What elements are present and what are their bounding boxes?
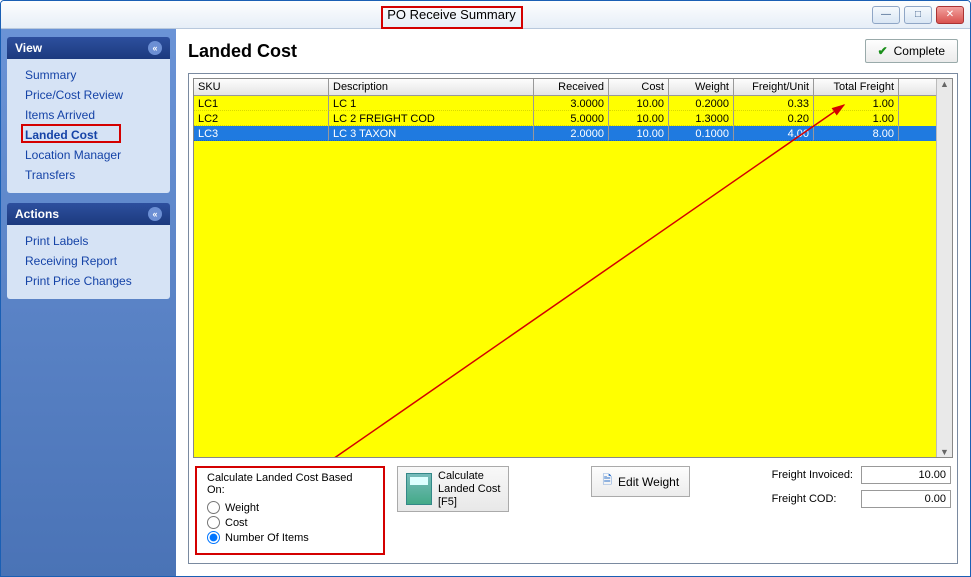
cell-cost[interactable]: 10.00 <box>609 96 669 111</box>
cell-total-freight[interactable]: 1.00 <box>814 96 899 111</box>
freight-cod-label: Freight COD: <box>772 493 853 505</box>
complete-button[interactable]: ✔ Complete <box>865 39 958 63</box>
sidebar: View « Summary Price/Cost Review Items A… <box>1 29 176 576</box>
sidebar-item-items-arrived[interactable]: Items Arrived <box>23 105 166 125</box>
cell-received[interactable]: 5.0000 <box>534 111 609 126</box>
calc-button-line2: Landed Cost <box>438 483 500 496</box>
sidebar-item-price-cost-review[interactable]: Price/Cost Review <box>23 85 166 105</box>
freight-invoiced-label: Freight Invoiced: <box>772 469 853 481</box>
close-button[interactable]: ✕ <box>936 6 964 24</box>
cell-cost[interactable]: 10.00 <box>609 126 669 141</box>
calc-button-line1: Calculate <box>438 470 500 483</box>
radio-items-label: Number Of Items <box>225 532 309 544</box>
col-description[interactable]: Description <box>329 79 534 95</box>
cell-total-freight[interactable]: 1.00 <box>814 111 899 126</box>
complete-button-label: Complete <box>894 44 945 58</box>
cell-sku[interactable]: LC3 <box>194 126 329 141</box>
sidebar-action-print-price-changes[interactable]: Print Price Changes <box>23 271 166 291</box>
table-row[interactable]: LC2LC 2 FREIGHT COD5.000010.001.30000.20… <box>194 111 936 126</box>
checkmark-icon: ✔ <box>878 44 888 58</box>
cell-sku[interactable]: LC2 <box>194 111 329 126</box>
content-area: View « Summary Price/Cost Review Items A… <box>1 29 970 576</box>
window-title: PO Receive Summary <box>387 7 516 22</box>
cell-cost[interactable]: 10.00 <box>609 111 669 126</box>
sidebar-action-receiving-report[interactable]: Receiving Report <box>23 251 166 271</box>
sidebar-action-print-labels[interactable]: Print Labels <box>23 231 166 251</box>
radio-weight-input[interactable] <box>207 501 220 514</box>
scroll-down-icon[interactable]: ▼ <box>940 447 949 457</box>
cell-description[interactable]: LC 2 FREIGHT COD <box>329 111 534 126</box>
app-window: PO Receive Summary — □ ✕ View « Summary … <box>0 0 971 577</box>
calc-basis-group: Calculate Landed Cost Based On: Weight C… <box>195 466 385 555</box>
cell-freight-unit[interactable]: 4.00 <box>734 126 814 141</box>
cell-received[interactable]: 3.0000 <box>534 96 609 111</box>
cell-description[interactable]: LC 1 <box>329 96 534 111</box>
table-row[interactable]: LC1LC 13.000010.000.20000.331.00 <box>194 96 936 111</box>
actions-panel-header[interactable]: Actions « <box>7 203 170 225</box>
maximize-button[interactable]: □ <box>904 6 932 24</box>
freight-invoiced-value[interactable]: 10.00 <box>861 466 951 484</box>
sidebar-item-landed-cost[interactable]: Landed Cost <box>23 125 166 145</box>
cell-weight[interactable]: 0.2000 <box>669 96 734 111</box>
view-panel: View « Summary Price/Cost Review Items A… <box>7 37 170 193</box>
table-row[interactable]: LC3LC 3 TAXON2.000010.000.10004.008.00 <box>194 126 936 141</box>
calc-basis-title: Calculate Landed Cost Based On: <box>207 472 373 496</box>
sidebar-item-label: Landed Cost <box>25 128 98 142</box>
radio-items-input[interactable] <box>207 531 220 544</box>
radio-cost-label: Cost <box>225 517 248 529</box>
view-panel-header[interactable]: View « <box>7 37 170 59</box>
window-buttons: — □ ✕ <box>872 6 970 24</box>
actions-panel: Actions « Print Labels Receiving Report … <box>7 203 170 299</box>
collapse-icon: « <box>148 207 162 221</box>
radio-weight-label: Weight <box>225 502 259 514</box>
titlebar: PO Receive Summary — □ ✕ <box>1 1 970 29</box>
col-freight-unit[interactable]: Freight/Unit <box>734 79 814 95</box>
col-weight[interactable]: Weight <box>669 79 734 95</box>
document-icon: 🗎 <box>602 471 612 492</box>
edit-weight-button[interactable]: 🗎 Edit Weight <box>591 466 690 497</box>
grid-header-row: SKU Description Received Cost Weight Fre… <box>194 79 936 96</box>
col-total-freight[interactable]: Total Freight <box>814 79 899 95</box>
sidebar-item-summary[interactable]: Summary <box>23 65 166 85</box>
data-grid[interactable]: SKU Description Received Cost Weight Fre… <box>193 78 953 458</box>
sidebar-item-location-manager[interactable]: Location Manager <box>23 145 166 165</box>
collapse-icon: « <box>148 41 162 55</box>
bottom-controls: Calculate Landed Cost Based On: Weight C… <box>193 458 953 559</box>
cell-sku[interactable]: LC1 <box>194 96 329 111</box>
freight-cod-value[interactable]: 0.00 <box>861 490 951 508</box>
col-sku[interactable]: SKU <box>194 79 329 95</box>
cell-total-freight[interactable]: 8.00 <box>814 126 899 141</box>
radio-items[interactable]: Number Of Items <box>207 530 373 545</box>
sidebar-item-transfers[interactable]: Transfers <box>23 165 166 185</box>
actions-panel-title: Actions <box>15 207 59 221</box>
freight-summary: Freight Invoiced: 10.00 Freight COD: 0.0… <box>772 466 951 508</box>
col-cost[interactable]: Cost <box>609 79 669 95</box>
cell-weight[interactable]: 0.1000 <box>669 126 734 141</box>
main-panel: Landed Cost ✔ Complete SKU Description R… <box>176 29 970 576</box>
edit-weight-label: Edit Weight <box>618 475 679 489</box>
radio-cost-input[interactable] <box>207 516 220 529</box>
page-title: Landed Cost <box>188 41 297 62</box>
calculate-landed-cost-button[interactable]: Calculate Landed Cost [F5] <box>397 466 509 512</box>
col-received[interactable]: Received <box>534 79 609 95</box>
cell-weight[interactable]: 1.3000 <box>669 111 734 126</box>
cell-received[interactable]: 2.0000 <box>534 126 609 141</box>
scroll-up-icon[interactable]: ▲ <box>940 79 949 89</box>
vertical-scrollbar[interactable]: ▲ ▼ <box>936 79 952 457</box>
cell-description[interactable]: LC 3 TAXON <box>329 126 534 141</box>
cell-freight-unit[interactable]: 0.20 <box>734 111 814 126</box>
view-panel-title: View <box>15 41 42 55</box>
grid-container: SKU Description Received Cost Weight Fre… <box>188 73 958 564</box>
radio-cost[interactable]: Cost <box>207 515 373 530</box>
calc-button-line3: [F5] <box>438 496 500 509</box>
calculator-icon <box>406 473 432 505</box>
minimize-button[interactable]: — <box>872 6 900 24</box>
radio-weight[interactable]: Weight <box>207 500 373 515</box>
cell-freight-unit[interactable]: 0.33 <box>734 96 814 111</box>
